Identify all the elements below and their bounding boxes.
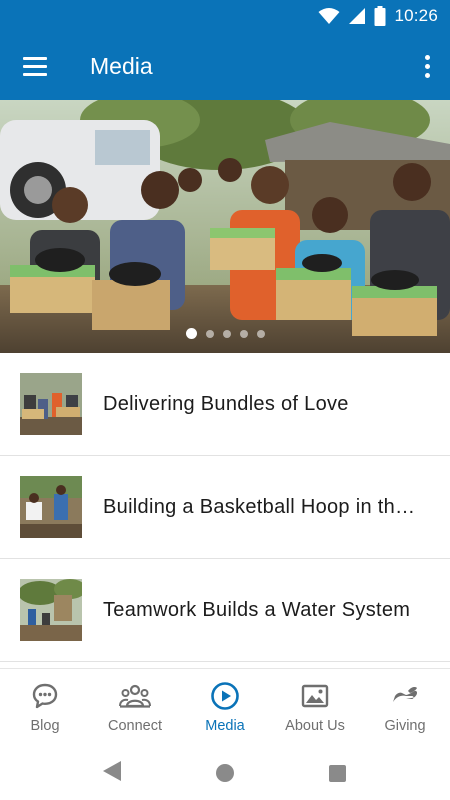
list-item-title: Building a Basketball Hoop in th…: [103, 496, 416, 518]
nav-item-media[interactable]: Media: [180, 669, 270, 745]
list-item[interactable]: Teamwork Builds a Water System: [0, 559, 450, 662]
system-navigation-bar: [0, 744, 450, 800]
home-icon[interactable]: [216, 764, 234, 782]
carousel-photo: [0, 100, 450, 353]
page-title: Media: [90, 53, 153, 79]
carousel-dot[interactable]: [222, 329, 231, 338]
nav-label: Giving: [384, 718, 426, 734]
recent-apps-icon[interactable]: [329, 765, 346, 782]
battery-icon: [374, 6, 386, 26]
nav-label: Connect: [107, 718, 162, 734]
more-vertical-icon[interactable]: [418, 50, 436, 82]
status-time: 10:26: [394, 6, 438, 25]
nav-item-giving[interactable]: Giving: [360, 669, 450, 745]
status-bar: 10:26: [0, 0, 450, 32]
status-icons: 10:26: [318, 6, 438, 26]
app-bar: Media: [0, 32, 450, 100]
group-icon: [119, 684, 151, 708]
list-item[interactable]: Building a Basketball Hoop in th…: [0, 456, 450, 559]
list-item-title: Delivering Bundles of Love: [103, 393, 349, 415]
nav-label: Media: [205, 718, 245, 734]
thumbnail-image: [20, 373, 82, 435]
giving-hand-icon: [393, 687, 418, 702]
image-icon: [301, 684, 329, 708]
nav-label: About Us: [285, 718, 345, 734]
back-icon[interactable]: [102, 760, 122, 782]
list-item-title: Teamwork Builds a Water System: [103, 599, 411, 621]
media-carousel[interactable]: [0, 100, 450, 353]
cell-signal-icon: [349, 8, 366, 24]
play-circle-icon: [211, 682, 239, 710]
nav-item-blog[interactable]: Blog: [0, 669, 90, 745]
list-item[interactable]: Delivering Bundles of Love: [0, 353, 450, 456]
bottom-navigation: Blog Connect Media About Us Giving: [0, 668, 450, 745]
carousel-dot[interactable]: [185, 328, 197, 339]
thumbnail-image: [20, 579, 82, 641]
wifi-icon: [318, 8, 340, 24]
carousel-dot[interactable]: [239, 329, 248, 338]
nav-item-connect[interactable]: Connect: [90, 669, 180, 745]
hamburger-menu-icon[interactable]: [18, 52, 52, 80]
carousel-indicator: [0, 328, 450, 339]
nav-item-about-us[interactable]: About Us: [270, 669, 360, 745]
carousel-dot[interactable]: [205, 329, 214, 338]
carousel-dot[interactable]: [256, 329, 265, 338]
media-list: Delivering Bundles of Love Building a Ba…: [0, 353, 450, 662]
thumbnail-image: [20, 476, 82, 538]
chat-bubble-icon: [32, 683, 58, 709]
nav-label: Blog: [30, 718, 60, 734]
